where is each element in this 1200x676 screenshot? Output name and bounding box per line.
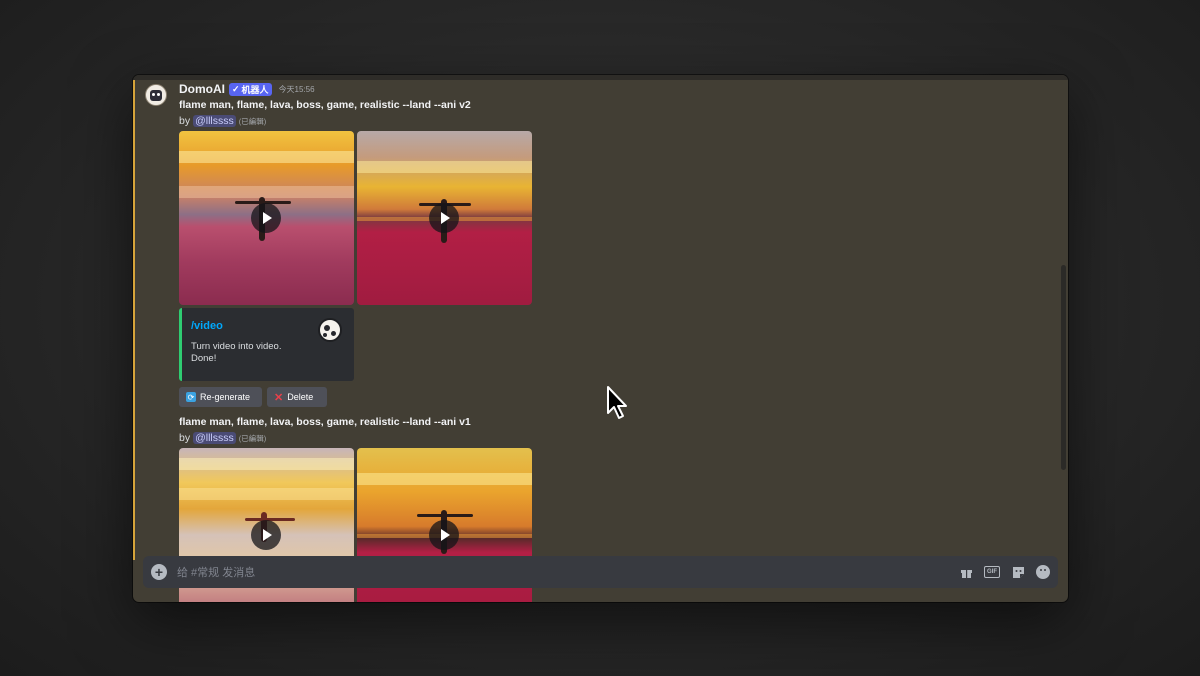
edited-tag: (已編輯) (238, 116, 267, 126)
delete-label: Delete (287, 392, 314, 402)
edited-tag: (已編輯) (238, 433, 267, 443)
composer-actions: GIF (958, 564, 1050, 580)
play-icon (263, 529, 272, 541)
bot-badge: ✓ 机器人 (229, 82, 272, 96)
sticker-icon[interactable] (1010, 564, 1026, 580)
mouse-cursor-icon (607, 386, 627, 419)
message-timestamp: 今天15:56 (278, 84, 315, 94)
byline: by @lllssss (已編輯) (179, 115, 266, 127)
message-composer: + 给 #常规 发消息 GIF (143, 556, 1058, 588)
message-input[interactable]: 给 #常规 发消息 (177, 564, 958, 580)
window-top-edge (133, 75, 1068, 80)
regenerate-label: Re-generate (200, 392, 251, 402)
video-thumbnail[interactable] (357, 131, 532, 305)
checkmark-icon: ✓ (232, 83, 240, 94)
gift-icon[interactable] (958, 564, 974, 580)
close-icon: ✕ (274, 391, 284, 404)
byline: by @lllssss (已編輯) (179, 432, 266, 444)
gif-icon[interactable]: GIF (984, 566, 1000, 578)
user-mention[interactable]: @lllssss (193, 115, 236, 127)
bot-avatar[interactable] (145, 84, 167, 106)
command-embed: /video Turn video into video. Done! (179, 308, 354, 381)
embed-title[interactable]: /video (191, 320, 223, 332)
play-button[interactable] (429, 520, 459, 550)
regenerate-button[interactable]: ⟳ Re-generate (179, 387, 262, 407)
play-button[interactable] (429, 203, 459, 233)
author-name[interactable]: DomoAI (179, 82, 225, 96)
byline-label: by (179, 432, 191, 444)
byline-label: by (179, 115, 191, 127)
embed-line: Turn video into video. (191, 341, 282, 352)
message-highlight-bar (133, 80, 135, 560)
user-mention[interactable]: @lllssss (193, 432, 236, 444)
embed-description: Turn video into video. Done! (191, 341, 281, 365)
embed-line: Done! (191, 353, 217, 364)
prompt-text: flame man, flame, lava, boss, game, real… (179, 416, 471, 428)
embed-thumbnail-icon (318, 318, 342, 342)
refresh-icon: ⟳ (186, 392, 196, 402)
chat-window: DomoAI ✓ 机器人 今天15:56 flame man, flame, l… (133, 75, 1068, 602)
prompt-text: flame man, flame, lava, boss, game, real… (179, 99, 471, 111)
plus-icon[interactable]: + (151, 564, 167, 580)
bot-badge-label: 机器人 (241, 84, 269, 95)
delete-button[interactable]: ✕ Delete (267, 387, 327, 407)
play-icon (441, 529, 450, 541)
emoji-icon[interactable] (1036, 565, 1050, 579)
play-button[interactable] (251, 203, 281, 233)
message-header: DomoAI ✓ 机器人 今天15:56 (179, 82, 315, 96)
play-icon (441, 212, 450, 224)
play-icon (263, 212, 272, 224)
scrollbar-thumb[interactable] (1061, 265, 1066, 470)
video-thumbnail[interactable] (179, 131, 354, 305)
play-button[interactable] (251, 520, 281, 550)
